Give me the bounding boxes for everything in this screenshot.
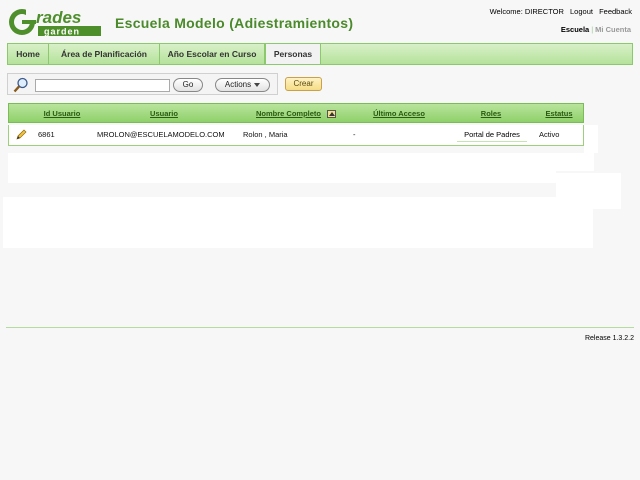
tab-area-planificacion[interactable]: Área de Planificación <box>49 44 160 64</box>
col-usuario[interactable]: Usuario <box>139 104 189 124</box>
my-account-link[interactable]: Mi Cuenta <box>595 25 631 34</box>
blank-panel <box>8 171 556 183</box>
tab-ano-escolar[interactable]: Año Escolar en Curso <box>160 44 265 64</box>
edit-pencil-icon[interactable] <box>15 129 27 141</box>
cell-ultimo-acceso: - <box>353 130 356 139</box>
cell-id-usuario: 6861 <box>38 130 55 139</box>
top-right-links: Welcome: DIRECTOR Logout Feedback <box>486 7 632 16</box>
account-links: Escuela | Mi Cuenta <box>561 25 631 34</box>
cell-estatus: Activo <box>539 130 560 139</box>
col-id-usuario[interactable]: Id Usuario <box>37 104 87 124</box>
welcome-text: Welcome: DIRECTOR <box>489 7 564 16</box>
logo-text-bottom: garden <box>44 27 80 37</box>
blank-panel <box>584 125 598 153</box>
go-button[interactable]: Go <box>173 78 203 92</box>
create-button[interactable]: Crear <box>285 77 322 91</box>
search-toolbar: Go Actions <box>7 73 278 95</box>
link-separator: | <box>591 25 594 34</box>
sort-ascending-icon[interactable] <box>327 110 336 118</box>
main-nav: Home Área de Planificación Año Escolar e… <box>7 43 633 65</box>
actions-label: Actions <box>224 80 252 89</box>
search-input[interactable] <box>35 79 170 92</box>
cell-usuario: MROLON@ESCUELAMODELO.COM <box>97 130 225 139</box>
release-version: Release 1.3.2.2 <box>584 335 634 342</box>
feedback-link[interactable]: Feedback <box>599 7 632 16</box>
school-link[interactable]: Escuela <box>561 25 589 34</box>
tab-home[interactable]: Home <box>8 44 49 64</box>
search-magnifier-icon <box>13 77 28 93</box>
blank-panel <box>8 153 594 171</box>
grades-garden-logo: rades garden <box>9 8 101 37</box>
col-ultimo-acceso[interactable]: Último Acceso <box>369 104 429 124</box>
table-header: Id Usuario Usuario Nombre Completo Últim… <box>8 103 584 123</box>
logout-link[interactable]: Logout <box>570 7 593 16</box>
chevron-down-icon <box>254 82 261 87</box>
tab-personas[interactable]: Personas <box>265 44 321 64</box>
logo-text-top: rades <box>36 8 81 27</box>
actions-dropdown-button[interactable]: Actions <box>215 78 270 92</box>
col-estatus[interactable]: Estatus <box>541 104 577 124</box>
blank-panel <box>3 197 593 248</box>
col-nombre-completo[interactable]: Nombre Completo <box>251 104 326 124</box>
table-row: 6861 MROLON@ESCUELAMODELO.COM Rolon , Ma… <box>8 125 584 146</box>
cell-roles: Portal de Padres <box>457 128 527 142</box>
footer-divider <box>6 327 634 328</box>
col-roles[interactable]: Roles <box>475 104 507 124</box>
school-title: Escuela Modelo (Adiestramientos) <box>115 15 354 31</box>
cell-nombre-completo: Rolon , Maria <box>243 130 288 139</box>
